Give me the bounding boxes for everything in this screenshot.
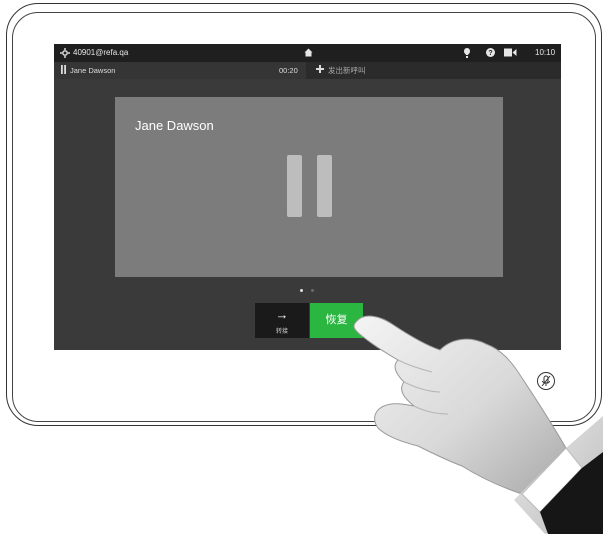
pointing-hand-illustration xyxy=(353,315,603,534)
